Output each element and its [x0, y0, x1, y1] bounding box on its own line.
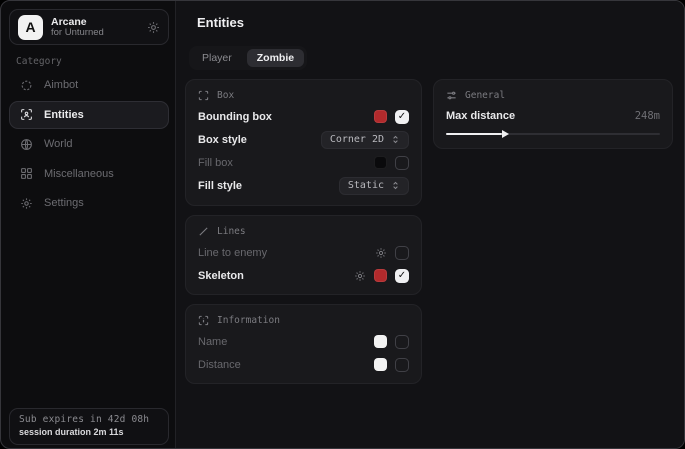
setting-row-line-to-enemy: Line to enemy — [198, 241, 409, 264]
checkbox-checked[interactable]: ✓ — [395, 110, 409, 124]
scan-info-icon — [198, 315, 209, 326]
information-card: Information Name Distance — [185, 304, 422, 384]
card-header-label: Box — [217, 90, 234, 101]
crosshair-icon — [20, 79, 33, 92]
sidebar-item-miscellaneous[interactable]: Miscellaneous — [9, 160, 169, 189]
tab-zombie[interactable]: Zombie — [247, 49, 304, 67]
slider-fill — [446, 133, 502, 135]
sub-expiry-text: Sub expires in 42d 08h — [19, 414, 159, 425]
main-content: Entities Player Zombie Box Bounding box … — [176, 1, 685, 448]
sidebar-item-aimbot[interactable]: Aimbot — [9, 71, 169, 100]
gear-icon[interactable] — [375, 247, 387, 259]
color-swatch[interactable] — [374, 110, 387, 123]
general-card: General Max distance 248m — [433, 79, 673, 149]
sidebar-item-label: Miscellaneous — [44, 168, 114, 180]
color-swatch[interactable] — [374, 358, 387, 371]
checkbox-unchecked[interactable] — [395, 246, 409, 260]
sidebar-item-label: Entities — [44, 109, 84, 121]
max-distance-slider[interactable] — [446, 128, 660, 140]
checkbox-unchecked[interactable] — [395, 358, 409, 372]
setting-row-fill-style: Fill style Static — [198, 174, 409, 197]
setting-row-skeleton: Skeleton ✓ — [198, 264, 409, 287]
sidebar-item-entities[interactable]: Entities — [9, 101, 169, 130]
card-header-label: Information — [217, 315, 280, 326]
sidebar-item-label: World — [44, 138, 73, 150]
subscription-info-card: Sub expires in 42d 08h session duration … — [9, 408, 169, 445]
tab-player[interactable]: Player — [192, 49, 242, 67]
color-swatch[interactable] — [374, 335, 387, 348]
sidebar-item-label: Settings — [44, 197, 84, 209]
checkbox-unchecked[interactable] — [395, 156, 409, 170]
chevron-up-down-icon — [391, 181, 400, 190]
scan-user-icon — [20, 108, 33, 121]
logo-card: A Arcane for Unturned — [9, 9, 169, 45]
setting-row-fill-box: Fill box — [198, 151, 409, 174]
sidebar-item-world[interactable]: World — [9, 130, 169, 159]
checkbox-checked[interactable]: ✓ — [395, 269, 409, 283]
color-swatch[interactable] — [374, 269, 387, 282]
setting-row-distance: Distance — [198, 353, 409, 376]
color-swatch[interactable] — [374, 156, 387, 169]
sidebar-item-label: Aimbot — [44, 79, 78, 91]
setting-row-bounding-box: Bounding box ✓ — [198, 105, 409, 128]
chevron-up-down-icon — [391, 135, 400, 144]
setting-row-max-distance: Max distance 248m — [446, 105, 660, 127]
sidebar-item-settings[interactable]: Settings — [9, 189, 169, 218]
avatar: A — [18, 15, 43, 40]
grid-icon — [20, 167, 33, 180]
lines-card: Lines Line to enemy Skeleton — [185, 215, 422, 295]
page-title: Entities — [197, 15, 244, 30]
gear-icon — [20, 197, 33, 210]
max-distance-value: 248m — [635, 110, 660, 122]
diagonal-line-icon — [198, 226, 209, 237]
sliders-icon — [446, 90, 457, 101]
sidebar: A Arcane for Unturned Category Aimbot — [1, 1, 176, 448]
category-section-label: Category — [16, 56, 62, 67]
setting-row-box-style: Box style Corner 2D — [198, 128, 409, 151]
app-subtitle: for Unturned — [51, 28, 139, 39]
setting-row-name: Name — [198, 330, 409, 353]
app-title: Arcane — [51, 16, 139, 28]
gear-icon[interactable] — [354, 270, 366, 282]
card-header-label: General — [465, 90, 505, 101]
tab-bar: Player Zombie — [189, 46, 307, 70]
sidebar-nav: Aimbot Entities World Miscellaneous — [9, 71, 169, 218]
checkbox-unchecked[interactable] — [395, 335, 409, 349]
slider-thumb-arrow-icon[interactable] — [502, 130, 509, 138]
fill-style-dropdown[interactable]: Static — [339, 177, 409, 195]
session-duration-text: session duration 2m 11s — [19, 427, 159, 437]
app-window: A Arcane for Unturned Category Aimbot — [0, 0, 685, 449]
gear-icon[interactable] — [147, 21, 160, 34]
globe-icon — [20, 138, 33, 151]
card-header-label: Lines — [217, 226, 246, 237]
box-corners-icon — [198, 90, 209, 101]
box-card: Box Bounding box ✓ Box style Corner 2D — [185, 79, 422, 206]
box-style-dropdown[interactable]: Corner 2D — [321, 131, 409, 149]
